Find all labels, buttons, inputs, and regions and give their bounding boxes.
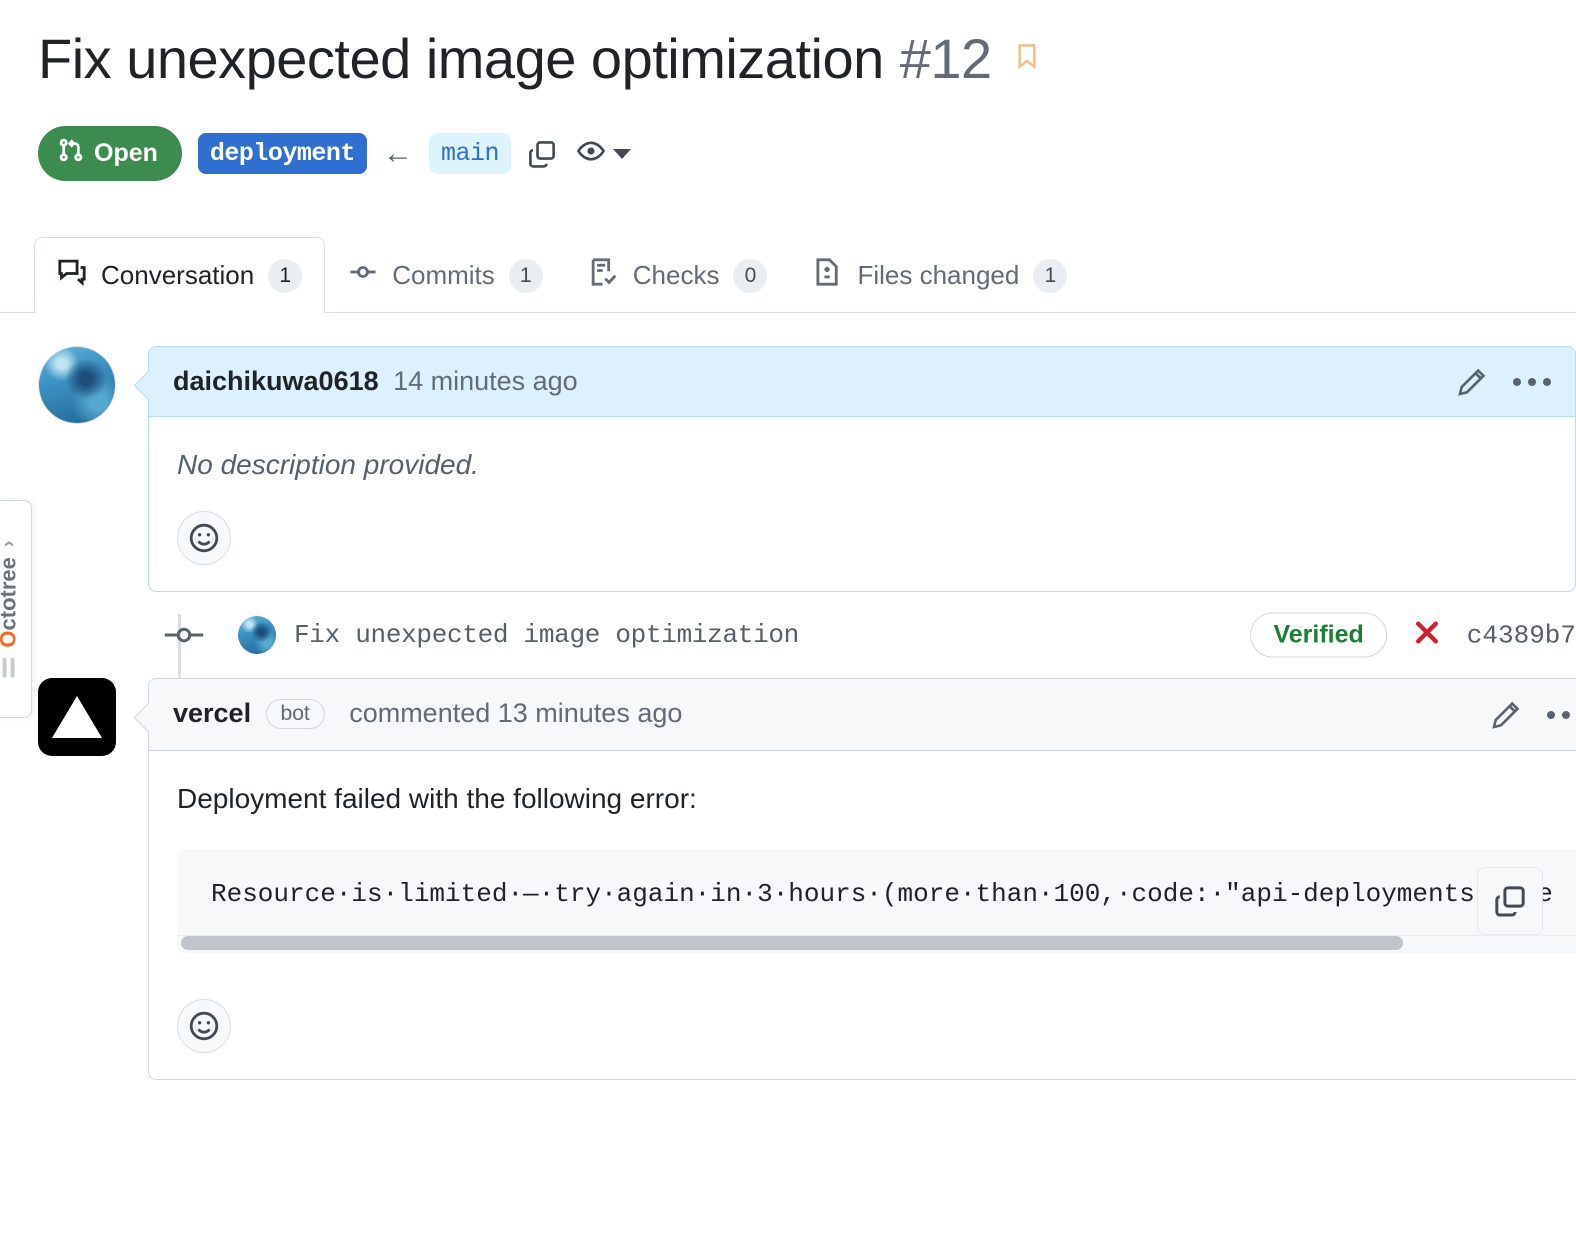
octotree-label: Octotree (0, 557, 22, 647)
tab-label: Conversation (101, 260, 255, 290)
git-commit-icon (348, 257, 378, 294)
chevron-down-icon[interactable] (612, 148, 631, 159)
avatar[interactable] (238, 616, 276, 654)
code-block: Resource·is·limited·—·try·again·in·3·hou… (177, 849, 1576, 953)
comment-box: vercel bot commented 13 minutes ago Depl… (148, 678, 1576, 1080)
tab-counter: 0 (733, 258, 768, 293)
tab-label: Files changed (857, 260, 1020, 290)
pencil-icon[interactable] (1457, 367, 1487, 397)
pr-number: #12 (899, 27, 992, 90)
add-reaction-button[interactable] (177, 999, 231, 1053)
tab-counter: 1 (268, 258, 303, 293)
code-block-text: Resource·is·limited·—·try·again·in·3·hou… (211, 879, 1553, 909)
tab-files-changed[interactable]: Files changed 1 (790, 237, 1090, 314)
tab-label: Commits (392, 260, 495, 290)
bookmark-icon[interactable] (1014, 39, 1040, 79)
pencil-icon[interactable] (1491, 700, 1521, 730)
add-reaction-button[interactable] (177, 511, 231, 565)
copy-branch-icon[interactable] (527, 139, 557, 169)
pr-tabs: Conversation 1 Commits 1 Checks 0 Files … (34, 237, 1576, 314)
octotree-name-rest: ctotree (0, 557, 21, 631)
vercel-logo-icon[interactable] (38, 678, 116, 756)
git-pull-request-icon (58, 137, 84, 170)
pull-request-page: Fix unexpected image optimization #12 Op… (0, 0, 1576, 1234)
commit-message[interactable]: Fix unexpected image optimization (294, 620, 799, 650)
comment-thread-bot: vercel bot commented 13 minutes ago Depl… (38, 678, 1576, 1080)
tab-commits[interactable]: Commits 1 (325, 237, 566, 314)
checklist-icon (589, 257, 619, 294)
commit-sha[interactable]: c4389b7 (1467, 620, 1576, 650)
branch-arrow-icon: ← (382, 136, 413, 170)
menu-icon (3, 657, 15, 678)
comment-text: No description provided. (177, 449, 479, 480)
comment-header: vercel bot commented 13 minutes ago (149, 679, 1576, 751)
scrollbar-thumb[interactable] (181, 936, 1403, 950)
kebab-horizontal-icon[interactable] (1513, 377, 1551, 386)
chevron-right-icon: › (0, 540, 21, 547)
comment-byline: vercel bot commented 13 minutes ago (173, 698, 682, 731)
timeline-commit-row: Fix unexpected image optimization Verifi… (38, 592, 1576, 678)
git-commit-icon (162, 620, 206, 650)
base-branch-badge[interactable]: main (428, 133, 511, 174)
tab-checks[interactable]: Checks 0 (566, 237, 791, 314)
avatar[interactable] (38, 346, 116, 424)
verified-badge: Verified (1250, 612, 1387, 658)
bot-badge: bot (265, 699, 325, 729)
eye-icon[interactable] (575, 136, 607, 171)
tab-label: Checks (632, 260, 720, 290)
commit-info: Fix unexpected image optimization (238, 616, 799, 654)
octotree-accent-letter: O (0, 630, 21, 647)
comment-actions (1457, 367, 1551, 397)
tab-counter: 1 (1033, 258, 1068, 293)
tab-conversation[interactable]: Conversation 1 (34, 237, 326, 314)
tab-counter: 1 (508, 258, 543, 293)
comment-header: daichikuwa0618 14 minutes ago (149, 347, 1575, 417)
status-badge-label: Open (94, 139, 158, 167)
kebab-horizontal-icon[interactable] (1546, 710, 1576, 719)
triangle-icon (52, 696, 102, 738)
pr-status-row: Open deployment ← main (38, 126, 631, 181)
comment-thread-user: daichikuwa0618 14 minutes ago No descrip… (38, 346, 1576, 592)
status-badge: Open (38, 126, 182, 181)
commit-status-group: Verified c4389b7 (1250, 612, 1576, 658)
watch-control[interactable] (575, 136, 631, 171)
avatar-image (238, 616, 276, 654)
octotree-label-group: Octotree › (0, 540, 22, 678)
comment-timestamp: commented 13 minutes ago (349, 698, 683, 728)
comment-text: Deployment failed with the following err… (177, 783, 697, 814)
copy-icon[interactable] (1476, 867, 1543, 935)
pr-timeline: daichikuwa0618 14 minutes ago No descrip… (38, 346, 1576, 1080)
comment-box: daichikuwa0618 14 minutes ago No descrip… (148, 346, 1576, 592)
page-title: Fix unexpected image optimization #12 (38, 28, 1040, 90)
comment-byline: daichikuwa0618 14 minutes ago (173, 366, 578, 397)
head-branch-badge[interactable]: deployment (197, 133, 367, 174)
comment-body: No description provided. (149, 417, 1575, 591)
comment-actions (1491, 700, 1576, 730)
comment-author[interactable]: vercel (173, 698, 251, 728)
comment-body: Deployment failed with the following err… (149, 751, 1576, 1079)
comment-author[interactable]: daichikuwa0618 (173, 366, 379, 396)
octotree-sidebar-toggle[interactable]: Octotree › (0, 500, 32, 718)
pr-title-text: Fix unexpected image optimization (38, 27, 884, 90)
comment-discussion-icon (57, 257, 87, 294)
file-diff-icon (813, 257, 843, 294)
comment-timestamp: 14 minutes ago (393, 366, 578, 396)
code-scrollbar[interactable] (177, 935, 1576, 953)
x-failure-icon[interactable] (1411, 617, 1443, 654)
avatar-image (39, 347, 115, 423)
